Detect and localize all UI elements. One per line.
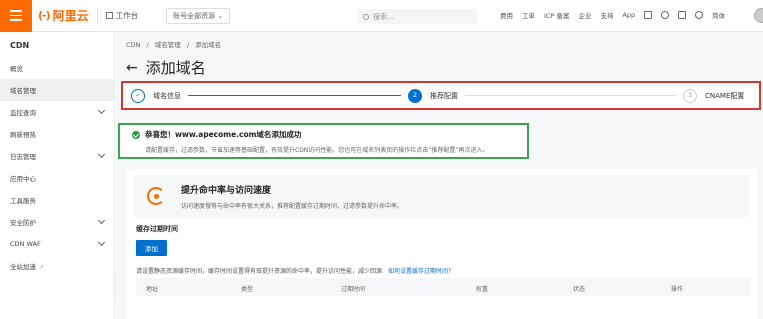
sidebar-item-refresh[interactable]: 刷新预热 [0,123,114,145]
sidebar-item-overview[interactable]: 概览 [0,57,114,79]
add-cache-rule-button[interactable]: 添加 [136,240,167,256]
optimize-description: 访问速度慢等与命中率有很大关系，推荐配置缓存过期时间，过滤参数提升命中率。 [181,202,404,210]
sidebar-item-label: 应用中心 [10,175,36,183]
sidebar-item-label: 刷新预热 [10,131,36,139]
resource-scope-select[interactable]: 账号全部资源 ⌄ [166,7,231,24]
step-domain-info: ✓ 域名信息 [131,88,181,103]
home-icon [105,12,113,19]
check-circle-icon [132,130,140,139]
menu-icon[interactable] [0,0,32,32]
workbench-label: 工作台 [115,11,139,20]
top-right-links: 费用 工单 ICP 备案 企业 支持 App 简体 [500,10,725,20]
sidebar: CDN 概览 域名管理 监控查询 刷新预热 日志管理 应用中心 工具服务 安全防… [0,32,115,319]
step-label: 推荐配置 [430,91,458,100]
column-actions: 操作 [671,286,684,293]
cache-hint: 请设置静态资源缓存时间，缓存时间设置得有效提升资源的命中率，提升访问性能，减少回… [136,266,451,275]
breadcrumb: CDN / 域名管理 / 添加域名 [126,39,225,49]
chevron-down-icon [97,150,106,159]
step-label: 域名信息 [153,91,181,100]
sidebar-item-logs[interactable]: 日志管理 [0,145,114,167]
sidebar-item-cdn-waf[interactable]: CDN WAF [0,233,114,255]
optimize-title: 提升命中率与访问速度 [181,185,272,196]
success-description: 请配置缓存，过滤参数，节省加速等基础配置，有效提升CDN访问性能。您也可在域名列… [145,147,489,154]
success-title-row: 恭喜您！www.apecome.com域名添加成功 [132,129,515,140]
step-connector [188,95,401,96]
step-indicator: ✓ 域名信息 2 推荐配置 3 CNAME配置 [121,81,761,110]
cache-help-link[interactable]: 如何设置缓存过期时间? [388,268,451,275]
sidebar-item-monitoring[interactable]: 监控查询 [0,101,114,123]
sidebar-item-dcdn[interactable]: 全站加速 ↗ [0,255,114,277]
step-connector [465,95,676,96]
sidebar-item-app-center[interactable]: 应用中心 [0,167,114,189]
search-placeholder: 搜索... [373,12,394,21]
ticket-link[interactable]: 工单 [522,10,535,20]
billing-link[interactable]: 费用 [500,10,513,20]
enterprise-link[interactable]: 企业 [578,10,591,20]
sidebar-item-label: 工具服务 [10,197,36,205]
language-select[interactable]: 简体 [712,10,725,20]
success-alert: 恭喜您！www.apecome.com域名添加成功 请配置缓存，过滤参数，节省加… [118,123,529,159]
aliyun-logo[interactable]: (-) 阿里云 [38,7,89,24]
message-icon[interactable] [644,11,653,19]
chevron-down-icon: ⌄ [217,11,224,20]
breadcrumb-separator: / [186,41,190,49]
cache-hint-text: 请设置静态资源缓存时间，缓存时间设置得有效提升资源的命中率，提升访问性能，减少回… [136,268,383,275]
column-weight: 权重 [476,286,489,293]
cart-icon[interactable] [678,11,687,19]
workbench-link[interactable]: 工作台 [105,10,139,21]
sidebar-title: CDN [10,41,30,50]
sidebar-item-security[interactable]: 安全防护 [0,211,114,233]
search-input[interactable]: 搜索... [357,9,477,24]
chevron-down-icon [97,238,106,247]
sidebar-item-tools[interactable]: 工具服务 [0,189,114,211]
divider [96,8,98,23]
column-status: 状态 [573,286,586,293]
scope-label: 账号全部资源 [173,11,216,20]
search-icon [363,13,369,20]
column-type: 类型 [241,286,254,293]
sidebar-item-domain-management[interactable]: 域名管理 [0,79,114,101]
sidebar-item-label: CDN WAF [10,240,41,248]
chevron-down-icon [97,106,106,115]
logo-text: 阿里云 [52,9,89,23]
breadcrumb-current: 添加域名 [195,41,222,49]
table-header: 地址 类型 过期时间 权重 状态 操作 [136,278,751,296]
column-address: 地址 [146,286,159,293]
step-recommended-config: 2 推荐配置 [408,88,458,103]
sidebar-item-label: 安全防护 [10,219,36,227]
cache-expiry-label: 缓存过期时间 [136,225,178,233]
sidebar-item-label: 概览 [10,65,23,73]
step-cname-config: 3 CNAME配置 [683,88,745,103]
breadcrumb-cdn[interactable]: CDN [126,41,140,49]
back-arrow-icon[interactable]: ← [126,60,138,76]
app-link[interactable]: App [622,11,635,19]
chevron-down-icon [97,216,106,225]
logo-mark: (-) [38,9,51,22]
sidebar-item-label: 日志管理 [10,153,36,161]
breadcrumb-separator: / [146,41,149,49]
bell-icon[interactable] [661,11,670,19]
column-expiry: 过期时间 [341,286,366,293]
support-link[interactable]: 支持 [600,10,613,20]
success-title: 恭喜您！www.apecome.com域名添加成功 [145,130,302,139]
page-title: 添加域名 [145,59,206,77]
sidebar-item-label: 域名管理 [10,87,36,95]
step-number: 2 [408,88,422,103]
step-check-icon: ✓ [131,88,145,103]
sidebar-item-label: 全站加速 [10,263,36,271]
page-header: ← 添加域名 [126,57,206,78]
icp-link[interactable]: ICP 备案 [544,10,569,20]
help-icon[interactable] [695,11,704,19]
external-link-icon: ↗ [39,264,45,271]
optimize-banner: 提升命中率与访问速度 访问速度慢等与命中率有很大关系，推荐配置缓存过期时间，过滤… [134,175,749,217]
breadcrumb-domains[interactable]: 域名管理 [155,41,181,49]
main-content: CDN / 域名管理 / 添加域名 ← 添加域名 ✓ 域名信息 2 推荐配置 3… [116,32,763,319]
speedometer-icon [146,185,168,207]
step-number: 3 [683,88,697,103]
sidebar-item-label: 监控查询 [10,109,36,117]
config-panel: 提升命中率与访问速度 访问速度慢等与命中率有很大关系，推荐配置缓存过期时间，过滤… [126,169,757,319]
avatar[interactable] [754,8,763,23]
step-label: CNAME配置 [705,91,745,100]
